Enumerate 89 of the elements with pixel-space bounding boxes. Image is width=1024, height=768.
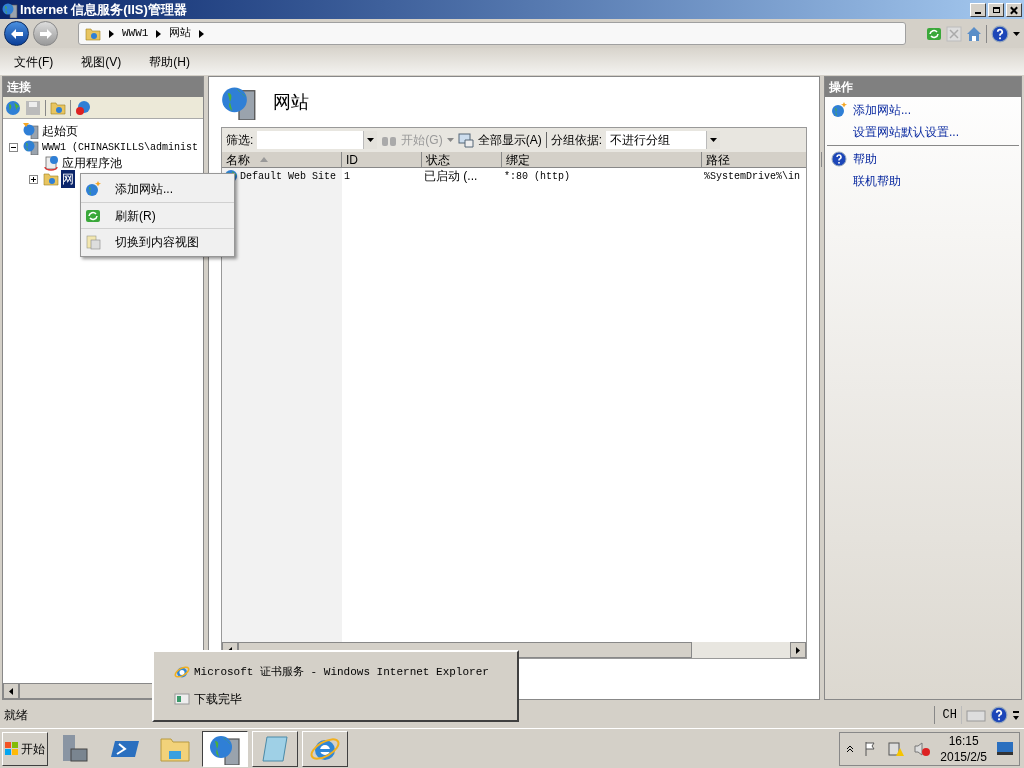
windows-logo-icon (5, 741, 19, 756)
clock-date[interactable]: 2015/2/5 (940, 748, 987, 765)
group-by-label: 分组依据: (550, 132, 602, 149)
add-site-icon (85, 181, 101, 197)
left-arrow-icon[interactable] (9, 687, 13, 695)
options-icon[interactable] (1012, 708, 1020, 722)
menu-item[interactable]: 切换到内容视图 (115, 232, 199, 251)
action-link[interactable]: 联机帮助 (853, 172, 901, 190)
sites-folder-icon (43, 171, 59, 187)
column-header[interactable]: ID (342, 152, 422, 167)
sites-icon (221, 84, 257, 120)
menu-item[interactable]: 视图(V) (75, 52, 128, 71)
page-title: 网站 (273, 90, 309, 114)
show-desktop-icon[interactable] (997, 741, 1013, 756)
start-button[interactable]: 开始 (2, 731, 48, 766)
help-icon (990, 706, 1008, 724)
group-by-dropdown[interactable]: 不进行分组 (606, 131, 720, 149)
tree-item[interactable]: 起始页 (41, 122, 79, 140)
expander[interactable] (9, 142, 18, 152)
table-cell-text: 1 (344, 169, 350, 184)
up-folder-icon (50, 99, 66, 116)
menu-item[interactable]: 刷新(R) (115, 206, 156, 225)
caret-icon (710, 138, 717, 142)
menu-item[interactable]: 帮助(H) (143, 52, 196, 71)
dropdown-button[interactable] (706, 131, 720, 149)
language-indicator[interactable]: CH (938, 706, 962, 724)
address-field[interactable]: WWW1 网站 (78, 22, 906, 45)
breadcrumb-arrow-icon (109, 29, 114, 38)
popup-item[interactable]: 下载完毕 (194, 690, 242, 709)
popup-item[interactable]: Microsoft 证书服务 - Windows Internet Explorer (194, 663, 489, 681)
breadcrumb[interactable]: WWW1 (122, 25, 149, 42)
right-arrow-icon[interactable] (796, 646, 800, 654)
taskbar-app[interactable] (202, 730, 248, 767)
start-page-icon (23, 123, 39, 139)
tree-item[interactable]: 网 (61, 170, 75, 188)
caret-icon (367, 138, 375, 142)
help-menu-icon (991, 24, 1009, 43)
table-cell-text: 已启动 (... (424, 168, 478, 185)
download-window-icon (174, 691, 190, 708)
tree-item[interactable]: 应用程序池 (61, 154, 123, 172)
pane-title: 连接 (7, 79, 31, 96)
menu-item[interactable]: 添加网站... (115, 180, 173, 198)
back-arrow-icon (10, 28, 23, 39)
column-header[interactable]: 绑定 (502, 152, 702, 167)
column-header[interactable]: 名称 (222, 152, 342, 167)
app-pool-icon (43, 155, 59, 171)
tree-item[interactable]: WWW1 (CHINASKILLS\administ (41, 139, 200, 155)
chevron-up-icon[interactable] (846, 744, 855, 753)
restore-button[interactable] (988, 2, 1004, 17)
content-view-icon (85, 233, 101, 250)
pane-title: 操作 (829, 79, 853, 96)
action-link[interactable]: 添加网站... (853, 101, 911, 119)
help-icon (831, 151, 847, 167)
column-header[interactable]: 状态 (422, 152, 502, 167)
home-icon[interactable] (966, 25, 982, 42)
caret-icon[interactable] (1013, 31, 1020, 36)
refresh-icon (85, 207, 101, 224)
show-all-icon (457, 132, 474, 148)
window-title: Internet 信息服务(IIS)管理器 (20, 0, 187, 19)
folder-icon (85, 25, 101, 42)
muted-speaker-icon[interactable] (914, 740, 931, 757)
server-icon (23, 139, 39, 155)
status-text: 就绪 (4, 707, 29, 724)
show-all-button[interactable]: 全部显示(A) (477, 131, 542, 149)
breadcrumb-arrow-icon (199, 29, 205, 38)
app-icon (2, 1, 18, 18)
sort-arrow-icon (260, 157, 268, 162)
refresh-icon (926, 25, 942, 42)
filter-label: 筛选: (226, 132, 254, 149)
filter-field[interactable] (257, 131, 378, 149)
add-site-icon (831, 102, 847, 118)
table-cell-text: *:80 (http) (504, 169, 570, 184)
menu-item[interactable]: 文件(F) (8, 52, 60, 71)
minimize-button[interactable] (970, 2, 986, 17)
dropdown-button[interactable] (363, 131, 378, 149)
clock-time[interactable]: 16:15 (948, 732, 979, 749)
table-cell-text: Default Web Site (240, 169, 336, 184)
breadcrumb-arrow-icon (156, 29, 162, 38)
column-header[interactable]: 路径 (702, 152, 822, 167)
breadcrumb[interactable]: 网站 (169, 25, 192, 42)
table-cell-text: %SystemDrive%\in (704, 169, 800, 184)
action-link[interactable]: 帮助 (853, 150, 877, 168)
action-link[interactable]: 设置网站默认设置... (853, 123, 959, 141)
connect-icon (5, 99, 21, 116)
back-button[interactable] (4, 21, 29, 46)
expander[interactable] (29, 174, 38, 184)
ie-icon (174, 664, 190, 680)
forward-arrow-icon (39, 28, 52, 39)
close-button[interactable] (1006, 2, 1022, 17)
